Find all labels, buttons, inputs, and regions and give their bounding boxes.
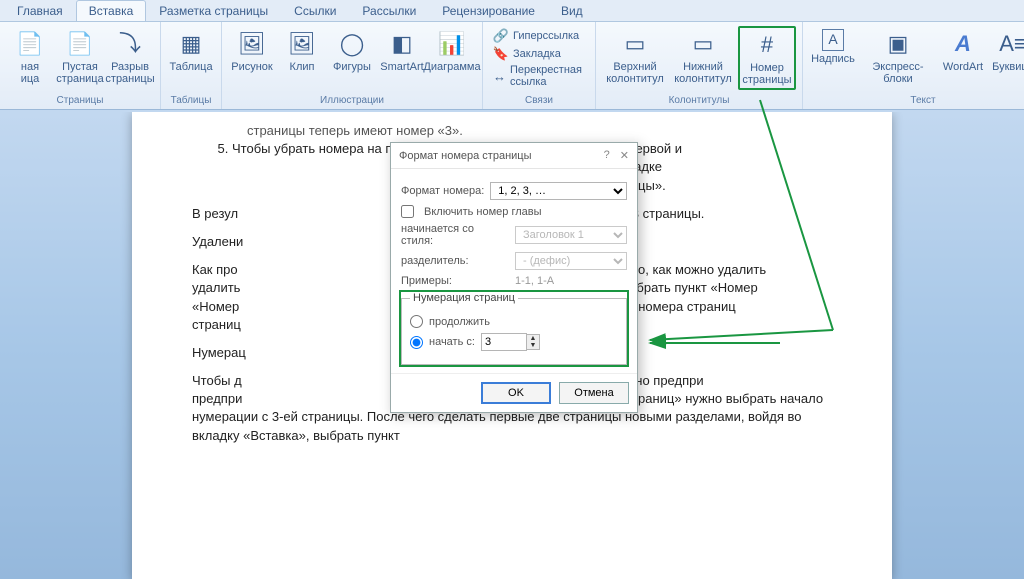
start-at-radio[interactable] bbox=[410, 336, 423, 349]
separator-select: - (дефис) bbox=[515, 252, 627, 270]
chapter-style-select: Заголовок 1 bbox=[515, 226, 627, 244]
group-tables: ▦Таблица Таблицы bbox=[161, 22, 222, 109]
group-pages: 📄наяица 📄Пустаястраница ⤵Разрывстраницы … bbox=[0, 22, 161, 109]
crossref-icon: ↔ bbox=[493, 68, 506, 84]
clipart-icon: 🖼 bbox=[287, 29, 317, 59]
group-label: Страницы bbox=[6, 94, 154, 107]
fieldset-legend: Нумерация страниц bbox=[410, 292, 518, 304]
start-at-label: начать с: bbox=[429, 336, 475, 348]
ribbon-insert: 📄наяица 📄Пустаястраница ⤵Разрывстраницы … bbox=[0, 22, 1024, 110]
shapes-button[interactable]: ◯Фигуры bbox=[328, 26, 376, 76]
shapes-icon: ◯ bbox=[337, 29, 367, 59]
quickparts-icon: ▣ bbox=[883, 29, 913, 59]
picture-button[interactable]: 🖼Рисунок bbox=[228, 26, 276, 76]
tab-references[interactable]: Ссылки bbox=[281, 0, 349, 21]
group-text: AНадпись ▣Экспресс-блоки AWordArt A≡Букв… bbox=[803, 22, 1024, 109]
group-links: 🔗Гиперссылка 🔖Закладка ↔Перекрестная ссы… bbox=[483, 22, 596, 109]
dropcap-icon: A≡ bbox=[998, 29, 1024, 59]
chart-button[interactable]: 📊Диаграмма bbox=[428, 26, 476, 76]
footer-button[interactable]: ▭Нижнийколонтитул bbox=[670, 26, 736, 88]
examples-text: 1-1, 1-A bbox=[515, 275, 554, 287]
page-number-icon: # bbox=[752, 30, 782, 60]
tab-home[interactable]: Главная bbox=[4, 0, 76, 21]
tab-view[interactable]: Вид bbox=[548, 0, 596, 21]
ok-button[interactable]: OK bbox=[481, 382, 551, 404]
page-number-format-dialog: Формат номера страницы ? ✕ Формат номера… bbox=[390, 142, 638, 413]
bookmark-icon: 🔖 bbox=[493, 46, 509, 62]
separator-label: разделитель: bbox=[401, 255, 509, 267]
table-icon: ▦ bbox=[176, 29, 206, 59]
group-illustrations: 🖼Рисунок 🖼Клип ◯Фигуры ◧SmartArt 📊Диагра… bbox=[222, 22, 483, 109]
spin-down-icon[interactable]: ▼ bbox=[527, 342, 539, 349]
clipart-button[interactable]: 🖼Клип bbox=[278, 26, 326, 76]
continue-label: продолжить bbox=[429, 316, 490, 328]
starts-with-label: начинается со стиля: bbox=[401, 223, 509, 247]
header-button[interactable]: ▭Верхнийколонтитул bbox=[602, 26, 668, 88]
page-icon: 📄 bbox=[65, 29, 95, 59]
group-label: Колонтитулы bbox=[602, 94, 796, 107]
blank-page-button[interactable]: 📄Пустаястраница bbox=[56, 26, 104, 88]
textbox-icon: A bbox=[822, 29, 844, 51]
cover-page-button[interactable]: 📄наяица bbox=[6, 26, 54, 88]
textbox-button[interactable]: AНадпись bbox=[809, 26, 857, 68]
page-icon: 📄 bbox=[15, 29, 45, 59]
link-icon: 🔗 bbox=[493, 28, 509, 44]
smartart-button[interactable]: ◧SmartArt bbox=[378, 26, 426, 76]
page-number-button[interactable]: #Номерстраницы bbox=[738, 26, 796, 90]
smartart-icon: ◧ bbox=[387, 29, 417, 59]
tab-pagelayout[interactable]: Разметка страницы bbox=[146, 0, 281, 21]
dialog-title: Формат номера страницы bbox=[399, 150, 532, 162]
footer-icon: ▭ bbox=[688, 29, 718, 59]
group-label: Текст bbox=[809, 94, 1024, 107]
include-chapter-checkbox[interactable] bbox=[401, 205, 414, 218]
page-numbering-fieldset: Нумерация страниц продолжить начать с: ▲… bbox=[401, 292, 627, 365]
spin-up-icon[interactable]: ▲ bbox=[527, 335, 539, 342]
tab-insert[interactable]: Вставка bbox=[76, 0, 147, 21]
text-fragment: страницы теперь имеют номер «3». bbox=[247, 122, 852, 140]
number-format-select[interactable]: 1, 2, 3, … bbox=[490, 182, 627, 200]
close-icon[interactable]: ✕ bbox=[620, 149, 629, 162]
quickparts-button[interactable]: ▣Экспресс-блоки bbox=[859, 26, 937, 88]
bookmark-button[interactable]: 🔖Закладка bbox=[493, 46, 585, 62]
help-icon[interactable]: ? bbox=[604, 149, 610, 162]
hyperlink-button[interactable]: 🔗Гиперссылка bbox=[493, 28, 585, 44]
tab-review[interactable]: Рецензирование bbox=[429, 0, 548, 21]
continue-radio[interactable] bbox=[410, 315, 423, 328]
wordart-icon: A bbox=[948, 29, 978, 59]
group-headers: ▭Верхнийколонтитул ▭Нижнийколонтитул #Но… bbox=[596, 22, 803, 109]
picture-icon: 🖼 bbox=[237, 29, 267, 59]
table-button[interactable]: ▦Таблица bbox=[167, 26, 215, 76]
group-label: Иллюстрации bbox=[228, 94, 476, 107]
ribbon-tabs: Главная Вставка Разметка страницы Ссылки… bbox=[0, 0, 1024, 22]
start-at-input[interactable] bbox=[481, 333, 527, 351]
dialog-titlebar[interactable]: Формат номера страницы ? ✕ bbox=[391, 143, 637, 169]
group-label: Связи bbox=[489, 94, 589, 107]
format-label: Формат номера: bbox=[401, 185, 484, 197]
header-icon: ▭ bbox=[620, 29, 650, 59]
examples-label: Примеры: bbox=[401, 275, 509, 287]
cancel-button[interactable]: Отмена bbox=[559, 382, 629, 404]
wordart-button[interactable]: AWordArt bbox=[939, 26, 987, 76]
chart-icon: 📊 bbox=[437, 29, 467, 59]
page-break-button[interactable]: ⤵Разрывстраницы bbox=[106, 26, 154, 88]
group-label: Таблицы bbox=[167, 94, 215, 107]
include-chapter-label: Включить номер главы bbox=[424, 206, 542, 218]
crossref-button[interactable]: ↔Перекрестная ссылка bbox=[493, 64, 585, 88]
break-icon: ⤵ bbox=[115, 29, 145, 59]
tab-mailings[interactable]: Рассылки bbox=[349, 0, 429, 21]
dropcap-button[interactable]: A≡Буквица bbox=[989, 26, 1024, 76]
